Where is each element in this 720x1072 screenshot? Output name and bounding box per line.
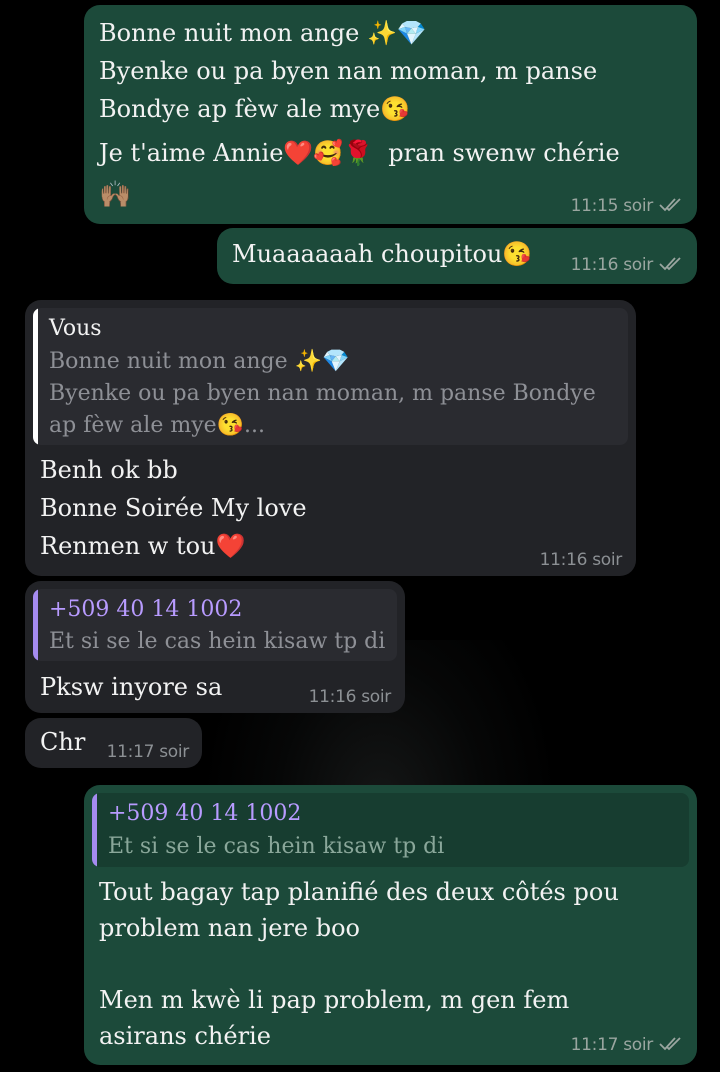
message-line: Pksw inyore sa <box>40 673 223 701</box>
reply-author: Vous <box>49 316 102 341</box>
message-meta: 11:15 soir <box>571 196 683 218</box>
reply-bar <box>33 308 38 445</box>
message-line: Chr <box>40 728 86 756</box>
message-meta: 11:16 soir <box>571 255 683 277</box>
message-line: asirans chérie <box>99 1022 271 1050</box>
outgoing-message[interactable]: +509 40 14 1002 Et si se le cas hein kis… <box>84 785 697 1065</box>
incoming-message[interactable]: Chr 11:17 soir <box>25 718 202 768</box>
reply-text: Et si se le cas hein kisaw tp di <box>49 629 386 654</box>
incoming-message[interactable]: Vous Bonne nuit mon ange ✨💎 Byenke ou pa… <box>25 300 636 576</box>
reply-bar <box>33 589 38 661</box>
message-line: Benh ok bb <box>40 456 178 484</box>
message-time: 11:17 soir <box>570 1035 654 1055</box>
message-line: Byenke ou pa byen nan moman, m panse <box>99 57 598 85</box>
reply-author: +509 40 14 1002 <box>108 801 302 826</box>
message-line: Je t'aime Annie❤️🥰🌹 pran swenw chérie <box>99 139 620 167</box>
message-time: 11:16 soir <box>308 687 392 707</box>
outgoing-message[interactable]: Muaaaaaah choupitou😘 11:16 soir <box>217 228 697 284</box>
message-time: 11:17 soir <box>106 742 190 762</box>
reply-bar <box>92 793 97 867</box>
reply-text: Bonne nuit mon ange ✨💎 <box>49 349 350 374</box>
message-line: Bonne nuit mon ange ✨💎 <box>99 19 427 47</box>
reply-text: ap fèw ale mye😘... <box>49 413 266 438</box>
message-line: Tout bagay tap planifié des deux côtés p… <box>99 878 619 906</box>
read-check-icon <box>659 1036 683 1057</box>
message-line: Men m kwè li pap problem, m gen fem <box>99 986 570 1014</box>
message-line: 🙌🏽 <box>99 180 132 210</box>
incoming-message[interactable]: +509 40 14 1002 Et si se le cas hein kis… <box>25 581 405 713</box>
message-line: problem nan jere boo <box>99 914 360 942</box>
reply-author: +509 40 14 1002 <box>49 597 243 622</box>
chat-view[interactable]: Bonne nuit mon ange ✨💎 Byenke ou pa byen… <box>0 0 720 1072</box>
reply-quote[interactable]: Vous Bonne nuit mon ange ✨💎 Byenke ou pa… <box>33 308 628 445</box>
message-time: 11:15 soir <box>570 196 654 216</box>
message-line: Muaaaaaah choupitou😘 <box>232 240 533 268</box>
read-check-icon <box>659 197 683 218</box>
read-check-icon <box>659 256 683 277</box>
message-line: Bondye ap fèw ale mye😘 <box>99 95 411 123</box>
message-time: 11:16 soir <box>539 550 623 570</box>
message-meta: 11:17 soir <box>571 1035 683 1057</box>
outgoing-message[interactable]: Bonne nuit mon ange ✨💎 Byenke ou pa byen… <box>84 5 697 224</box>
message-time: 11:16 soir <box>570 255 654 275</box>
message-line: Bonne Soirée My love <box>40 494 307 522</box>
reply-quote[interactable]: +509 40 14 1002 Et si se le cas hein kis… <box>33 589 397 661</box>
message-line: Renmen w tou❤️ <box>40 532 246 560</box>
reply-quote[interactable]: +509 40 14 1002 Et si se le cas hein kis… <box>92 793 689 867</box>
reply-text: Byenke ou pa byen nan moman, m panse Bon… <box>49 381 596 406</box>
reply-text: Et si se le cas hein kisaw tp di <box>108 834 445 859</box>
